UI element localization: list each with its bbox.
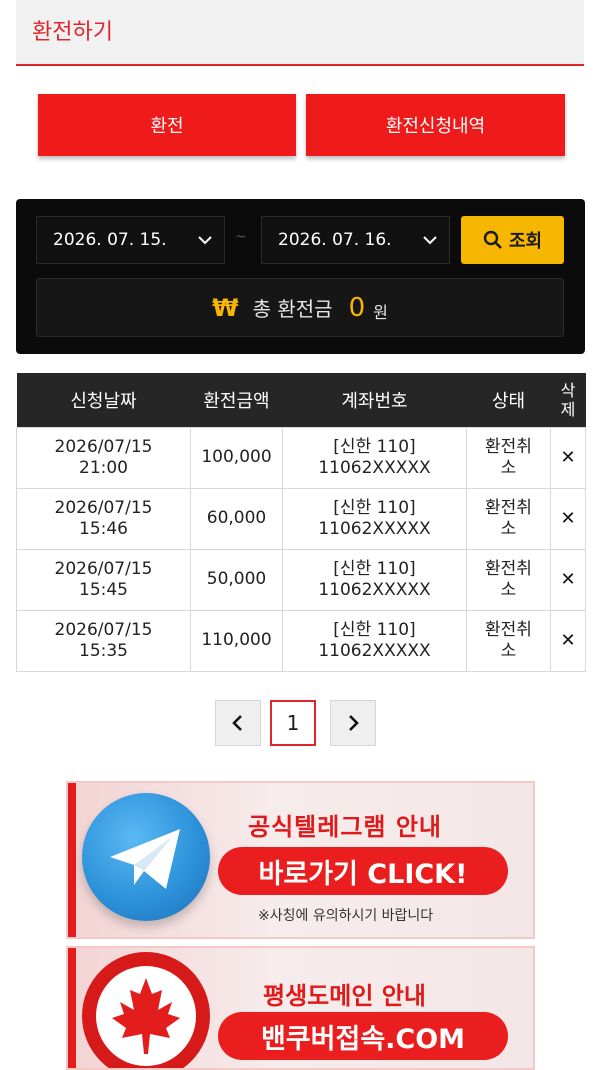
- row-time: 15:46: [79, 518, 128, 539]
- row-status-line1: 환전취: [485, 558, 532, 579]
- chevron-left-icon: [232, 715, 242, 731]
- row-status-cell: 환전취 소: [466, 609, 551, 672]
- row-status-line1: 환전취: [485, 436, 532, 457]
- row-status-line2: 소: [500, 579, 517, 600]
- row-amount: 60,000: [190, 487, 283, 550]
- row-account-cell: [신한 110] 11062XXXXX: [282, 426, 467, 489]
- page-header: 환전하기: [16, 0, 584, 66]
- row-status-line1: 환전취: [485, 619, 532, 640]
- date-range-separator: ~: [235, 229, 247, 245]
- exchange-history-table: 신청날짜 환전금액 계좌번호 상태 삭제 2026/07/15 21:00 100,…: [16, 373, 586, 672]
- row-date: 2026/07/15: [54, 558, 153, 579]
- row-status-line2: 소: [500, 518, 517, 539]
- search-icon: [483, 230, 502, 249]
- header-status: 상태: [466, 373, 551, 427]
- date-from-value: 2026. 07. 15.: [53, 230, 167, 250]
- banner-accent-bar: [68, 783, 76, 937]
- row-bank: [신한 110]: [333, 436, 416, 457]
- search-panel: 2026. 07. 15. ~ 2026. 07. 16. 조회 ₩ 총 환전금…: [16, 199, 585, 354]
- maple-leaf-icon: [96, 966, 196, 1066]
- table-row: 2026/07/15 21:00 100,000 [신한 110] 11062XXXXX…: [16, 426, 586, 489]
- row-status-cell: 환전취 소: [466, 487, 551, 550]
- header-account: 계좌번호: [282, 373, 467, 427]
- paper-plane-icon: [110, 829, 180, 889]
- row-status-cell: 환전취 소: [466, 426, 551, 489]
- row-date: 2026/07/15: [54, 497, 153, 518]
- row-account-cell: [신한 110] 11062XXXXX: [282, 548, 467, 611]
- canada-flag-icon: [82, 952, 210, 1068]
- row-status-line1: 환전취: [485, 497, 532, 518]
- won-icon: ₩: [212, 293, 239, 322]
- row-bank: [신한 110]: [333, 619, 416, 640]
- row-status-line2: 소: [500, 640, 517, 661]
- row-account-cell: [신한 110] 11062XXXXX: [282, 487, 467, 550]
- row-account-number: 11062XXXXX: [318, 518, 431, 539]
- row-account-number: 11062XXXXX: [318, 579, 431, 600]
- pagination-prev-button[interactable]: [215, 700, 261, 746]
- row-amount: 100,000: [190, 426, 283, 489]
- date-to-select[interactable]: 2026. 07. 16.: [261, 216, 450, 264]
- exchange-page: 환전하기 환전 환전신청내역 2026. 07. 15. ~ 2026. 07.…: [0, 0, 600, 1070]
- search-button-label: 조회: [508, 231, 543, 252]
- pagination-page-1[interactable]: 1: [270, 700, 316, 746]
- telegram-banner-title: 공식텔레그램 안내: [248, 813, 442, 841]
- pagination-next-button[interactable]: [330, 700, 376, 746]
- row-date: 2026/07/15: [54, 619, 153, 640]
- search-button[interactable]: 조회: [461, 216, 564, 264]
- row-time: 21:00: [79, 457, 128, 478]
- chevron-right-icon: [349, 715, 359, 731]
- header-amount: 환전금액: [190, 373, 283, 427]
- row-date: 2026/07/15: [54, 436, 153, 457]
- header-date: 신청날짜: [16, 373, 191, 427]
- telegram-icon: [82, 793, 210, 921]
- row-amount: 110,000: [190, 609, 283, 672]
- header-delete: 삭제: [550, 373, 586, 427]
- telegram-banner-note: ※사칭에 유의하시기 바랍니다: [258, 908, 434, 924]
- row-time: 15:45: [79, 579, 128, 600]
- table-row: 2026/07/15 15:45 50,000 [신한 110] 11062XXXXX 환…: [16, 548, 586, 611]
- row-bank: [신한 110]: [333, 558, 416, 579]
- row-date-cell: 2026/07/15 21:00: [16, 426, 191, 489]
- table-row: 2026/07/15 15:35 110,000 [신한 110] 11062XXXXX…: [16, 609, 586, 672]
- row-account-cell: [신한 110] 11062XXXXX: [282, 609, 467, 672]
- close-icon[interactable]: ✕: [560, 447, 575, 468]
- close-icon[interactable]: ✕: [560, 508, 575, 529]
- row-date-cell: 2026/07/15 15:45: [16, 548, 191, 611]
- row-bank: [신한 110]: [333, 497, 416, 518]
- total-label: 총 환전금: [252, 297, 333, 321]
- row-delete-cell[interactable]: ✕: [550, 609, 586, 672]
- total-unit: 원: [373, 302, 388, 322]
- table-row: 2026/07/15 15:46 60,000 [신한 110] 11062XXXXX 환…: [16, 487, 586, 550]
- close-icon[interactable]: ✕: [560, 630, 575, 651]
- table-header-row: 신청날짜 환전금액 계좌번호 상태 삭제: [16, 373, 586, 427]
- domain-banner-cta: 밴쿠버접속.COM: [218, 1012, 508, 1060]
- exchange-tab-button[interactable]: 환전: [38, 94, 296, 156]
- row-delete-cell[interactable]: ✕: [550, 487, 586, 550]
- chevron-down-icon: [198, 236, 212, 245]
- telegram-banner[interactable]: 공식텔레그램 안내 바로가기 CLICK! ※사칭에 유의하시기 바랍니다: [66, 781, 535, 939]
- date-to-value: 2026. 07. 16.: [278, 230, 392, 250]
- exchange-history-tab-button[interactable]: 환전신청내역: [306, 94, 565, 156]
- chevron-down-icon: [423, 236, 437, 245]
- banner-accent-bar: [68, 948, 76, 1068]
- row-account-number: 11062XXXXX: [318, 640, 431, 661]
- row-delete-cell[interactable]: ✕: [550, 548, 586, 611]
- row-time: 15:35: [79, 640, 128, 661]
- row-amount: 50,000: [190, 548, 283, 611]
- close-icon[interactable]: ✕: [560, 569, 575, 590]
- total-exchange-box: ₩ 총 환전금 0 원: [36, 278, 564, 337]
- telegram-banner-cta: 바로가기 CLICK!: [218, 847, 508, 895]
- header-delete-text: 삭제: [560, 380, 576, 419]
- domain-banner[interactable]: 평생도메인 안내 밴쿠버접속.COM: [66, 946, 535, 1070]
- row-status-cell: 환전취 소: [466, 548, 551, 611]
- domain-banner-title: 평생도메인 안내: [263, 982, 426, 1010]
- row-delete-cell[interactable]: ✕: [550, 426, 586, 489]
- row-account-number: 11062XXXXX: [318, 457, 431, 478]
- page-title: 환전하기: [32, 20, 113, 45]
- total-value: 0: [348, 292, 366, 323]
- row-status-line2: 소: [500, 457, 517, 478]
- date-from-select[interactable]: 2026. 07. 15.: [36, 216, 225, 264]
- row-date-cell: 2026/07/15 15:35: [16, 609, 191, 672]
- row-date-cell: 2026/07/15 15:46: [16, 487, 191, 550]
